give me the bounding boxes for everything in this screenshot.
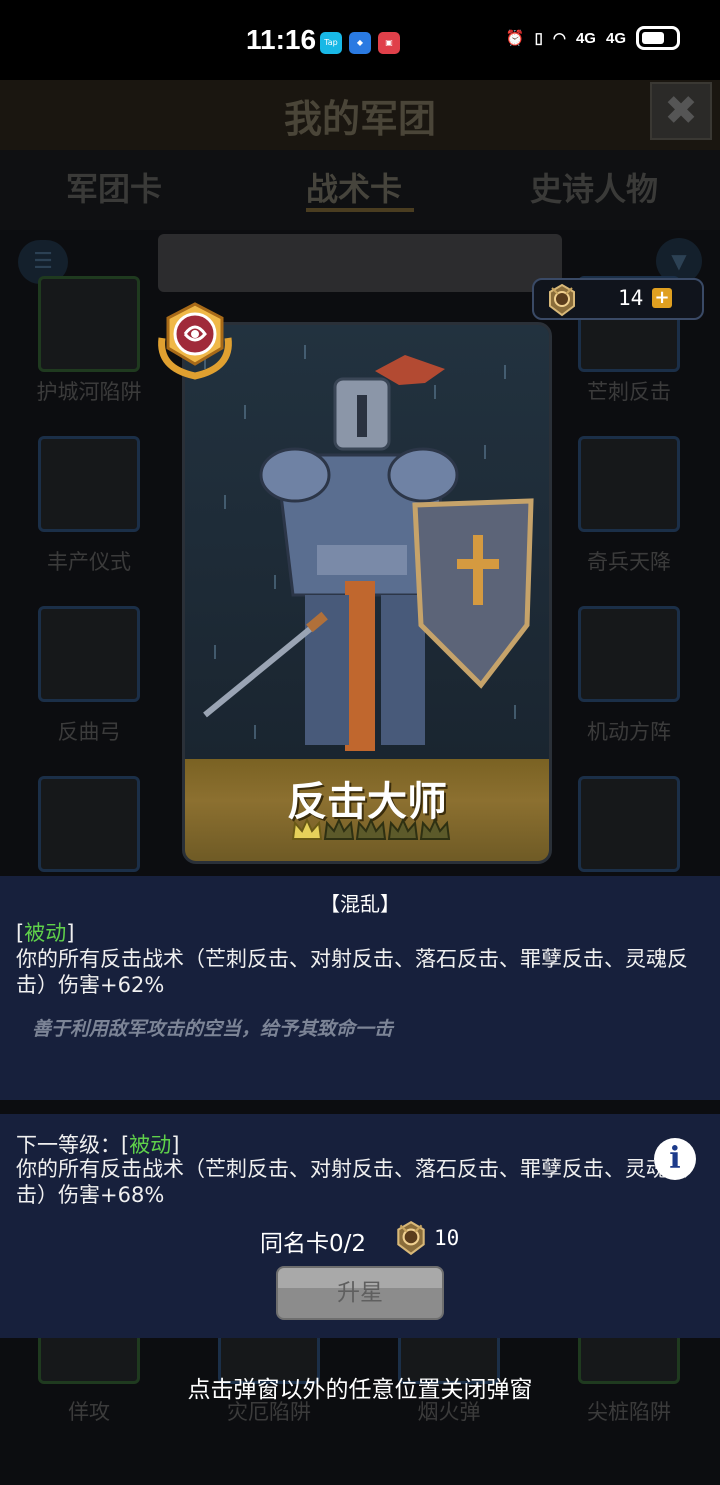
next-description: 你的所有反击战术（芒刺反击、对射反击、落石反击、罪孽反击、灵魂反击）伤害+68% bbox=[16, 1157, 688, 1207]
app-notification-icon: ◆ bbox=[349, 32, 371, 54]
list-item[interactable] bbox=[578, 606, 680, 702]
crown-icon bbox=[387, 817, 419, 840]
card-label: 护城河陷阱 bbox=[36, 380, 142, 404]
passive-label: 被动 bbox=[24, 921, 67, 945]
search-input[interactable] bbox=[158, 234, 562, 292]
passive-label: 被动 bbox=[129, 1133, 172, 1157]
card-label: 机动方阵 bbox=[587, 720, 671, 744]
wifi-icon: ◠ bbox=[552, 30, 566, 47]
next-type-line: 下一等级：[被动] bbox=[16, 1133, 180, 1157]
alarm-icon: ⏰ bbox=[505, 30, 525, 47]
crown-icon bbox=[291, 817, 323, 840]
emblem-coin-icon bbox=[549, 283, 575, 317]
same-card-count: 同名卡0/2 bbox=[260, 1231, 367, 1257]
current-type-line: [被动] bbox=[16, 921, 75, 945]
status-bar: 11:16 Tap ◆ ▣ ⏰ ▯ ◠ 4G 4G bbox=[0, 0, 720, 80]
list-item[interactable] bbox=[38, 606, 140, 702]
close-hint: 点击弹窗以外的任意位置关闭弹窗 bbox=[187, 1377, 533, 1403]
flavor-text: 善于利用敌军攻击的空当，给予其致命一击 bbox=[32, 1018, 394, 1040]
card-label: 反曲弓 bbox=[57, 720, 121, 744]
tab-tactic-cards[interactable]: 战术卡 bbox=[306, 164, 402, 210]
battery-icon bbox=[636, 26, 680, 50]
tab-underline bbox=[306, 208, 414, 212]
knight-illustration bbox=[185, 325, 549, 761]
chaos-badge-icon bbox=[158, 302, 232, 380]
status-time: 11:16 bbox=[246, 24, 317, 55]
status-icons: ⏰ ▯ ◠ 4G 4G bbox=[506, 26, 680, 50]
huawei-icon: ▣ bbox=[378, 32, 400, 54]
card-label: 芒刺反击 bbox=[587, 380, 671, 404]
tab-legion-cards[interactable]: 军团卡 bbox=[66, 164, 162, 210]
add-coin-button[interactable]: + bbox=[652, 288, 672, 308]
list-item[interactable] bbox=[578, 776, 680, 872]
coin-count: 14 bbox=[618, 286, 644, 310]
card-label: 奇兵天降 bbox=[587, 550, 671, 574]
upgrade-cost: 10 bbox=[434, 1226, 460, 1250]
taptap-icon: Tap bbox=[320, 32, 342, 54]
crown-icon bbox=[419, 817, 451, 840]
star-rating bbox=[291, 817, 451, 843]
list-item[interactable] bbox=[38, 776, 140, 872]
card-label: 丰产仪式 bbox=[47, 550, 131, 574]
signal-icon: 4G bbox=[605, 29, 626, 47]
list-item[interactable] bbox=[38, 276, 140, 372]
crown-icon bbox=[323, 817, 355, 840]
tactic-card: 反击大师 bbox=[182, 322, 552, 864]
info-icon[interactable]: i bbox=[654, 1138, 696, 1180]
tab-epic-heroes[interactable]: 史诗人物 bbox=[530, 164, 658, 210]
page-title: 我的军团 bbox=[283, 97, 436, 141]
current-description: 你的所有反击战术（芒刺反击、对射反击、落石反击、罪孽反击、灵魂反击）伤害+62% bbox=[16, 947, 688, 997]
tactic-tag: 【混乱】 bbox=[320, 892, 400, 916]
upgrade-star-button[interactable]: 升星 bbox=[276, 1266, 444, 1320]
signal-icon: 4G bbox=[575, 29, 596, 47]
list-item[interactable] bbox=[38, 436, 140, 532]
list-item[interactable] bbox=[578, 436, 680, 532]
crown-icon bbox=[355, 817, 387, 840]
vibrate-icon: ▯ bbox=[534, 30, 543, 47]
emblem-coin-icon bbox=[397, 1220, 425, 1256]
close-icon[interactable]: ✖ bbox=[650, 82, 712, 140]
